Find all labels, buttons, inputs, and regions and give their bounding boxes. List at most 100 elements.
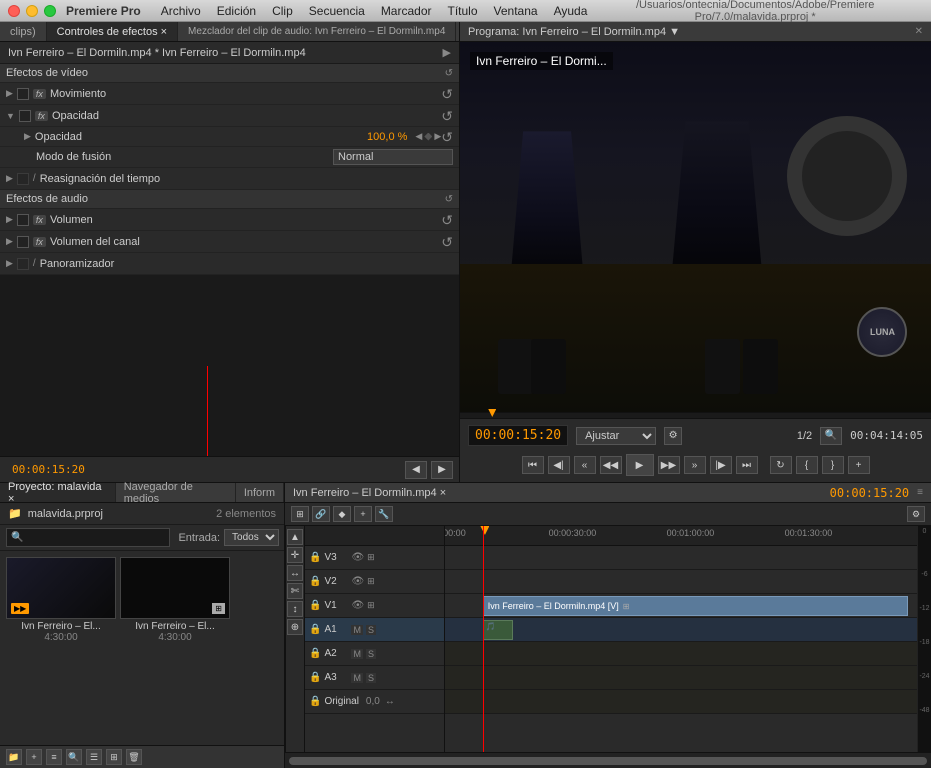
v3-lock[interactable]: 🔒 (309, 552, 321, 563)
a2-mute[interactable]: M (351, 649, 363, 659)
menu-ayuda[interactable]: Ayuda (554, 4, 588, 18)
a3-lock[interactable]: 🔒 (309, 672, 321, 683)
new-bin-btn[interactable]: 📁 (6, 749, 22, 765)
track-content-a1[interactable]: 🎵 (445, 618, 917, 642)
tool-add[interactable]: ✛ (287, 547, 303, 563)
icon-view-btn[interactable]: ⊞ (106, 749, 122, 765)
a2-solo[interactable]: S (366, 649, 376, 659)
add-marker-btn[interactable]: + (848, 456, 870, 474)
opacidad-child-reset[interactable]: ↺ (441, 130, 453, 144)
tab-media-browser[interactable]: Navegador de medios (116, 483, 236, 502)
movimiento-reset[interactable]: ↺ (441, 87, 453, 101)
audio-effects-reset[interactable]: ↺ (445, 194, 453, 205)
opacidad-child-expand[interactable]: ▶ (24, 131, 31, 142)
tool-select[interactable]: ▲ (287, 529, 303, 545)
tab-mixer[interactable]: Mezclador del clip de audio: Ivn Ferreir… (178, 22, 456, 41)
timeline-menu-icon[interactable]: ≡ (917, 487, 923, 498)
volumen-canal-expand[interactable]: ▶ (6, 236, 13, 247)
menu-ventana[interactable]: Ventana (494, 4, 538, 18)
tab-info[interactable]: Inform (236, 483, 284, 502)
delete-btn[interactable]: 🗑 (126, 749, 142, 765)
tool-razor[interactable]: ✄ (287, 583, 303, 599)
monitor-timecode-display[interactable]: 00:00:15:20 (468, 425, 568, 446)
menu-clip[interactable]: Clip (272, 4, 293, 18)
v1-clip[interactable]: Ivn Ferreiro – El Dormiln.mp4 [V] ⊞ (483, 596, 908, 616)
a1-mute[interactable]: M (351, 625, 363, 635)
v2-track-icon[interactable]: ⊞ (367, 576, 375, 587)
a1-lock[interactable]: 🔒 (309, 624, 321, 635)
panoramizador-toggle[interactable] (17, 258, 29, 270)
new-item-btn[interactable]: + (26, 749, 42, 765)
a1-solo[interactable]: S (366, 625, 376, 635)
monitor-zoom-btn[interactable]: 🔍 (820, 427, 842, 445)
media-item-2[interactable]: ⊞ Ivn Ferreiro – El... 4:30:00 (120, 557, 230, 739)
track-content-a2[interactable] (445, 642, 917, 666)
step-back-btn[interactable]: ⏮ (522, 456, 544, 474)
tool-slip[interactable]: ↕ (287, 601, 303, 617)
menu-secuencia[interactable]: Secuencia (309, 4, 365, 18)
opacidad-keyframe[interactable] (424, 133, 432, 141)
panoramizador-expand[interactable]: ▶ (6, 258, 13, 269)
original-lock[interactable]: 🔒 (309, 696, 321, 707)
opacidad-nav-left[interactable]: ◀ (415, 131, 422, 142)
opacidad-expand[interactable]: ▼ (6, 111, 15, 121)
find-btn[interactable]: 🔍 (66, 749, 82, 765)
tab-clips[interactable]: clips) (0, 22, 47, 41)
monitor-fit-select[interactable]: Ajustar 25% 50% 75% 100% (576, 427, 656, 445)
v1-track-icon[interactable]: ⊞ (367, 600, 375, 611)
monitor-close[interactable]: ✕ (915, 26, 923, 37)
menu-titulo[interactable]: Título (448, 4, 478, 18)
opacidad-toggle[interactable] (19, 110, 31, 122)
media-item-1[interactable]: ▶▶ Ivn Ferreiro – El... 4:30:00 (6, 557, 116, 739)
effects-prev-btn[interactable]: ◀ (405, 461, 427, 479)
fwd-frame-btn[interactable]: |▶ (710, 456, 732, 474)
track-content-v3[interactable] (445, 546, 917, 570)
a3-solo[interactable]: S (366, 673, 376, 683)
scroll-thumb[interactable] (289, 757, 927, 765)
shuttle-left-btn[interactable]: « (574, 456, 596, 474)
tab-controls[interactable]: Controles de efectos × (47, 22, 178, 41)
tl-mark-btn[interactable]: ◆ (333, 506, 351, 522)
tl-snap-btn[interactable]: ⊞ (291, 506, 309, 522)
volumen-canal-reset[interactable]: ↺ (441, 235, 453, 249)
play-btn[interactable]: ▶ (626, 454, 654, 476)
filter-select[interactable]: Todos Video Audio (224, 529, 279, 546)
automate-btn[interactable]: ≡ (46, 749, 62, 765)
volumen-reset[interactable]: ↺ (441, 213, 453, 227)
tl-settings-btn[interactable]: ⚙ (907, 506, 925, 522)
fastforward-btn[interactable]: ▶▶ (658, 456, 680, 474)
opacidad-parent-reset[interactable]: ↺ (441, 109, 453, 123)
tool-zoom[interactable]: ⊕ (287, 619, 303, 635)
mark-out-btn[interactable]: } (822, 456, 844, 474)
tl-wrench-btn[interactable]: 🔧 (375, 506, 393, 522)
mark-in-btn[interactable]: { (796, 456, 818, 474)
a2-lock[interactable]: 🔒 (309, 648, 321, 659)
a1-audio-clip[interactable]: 🎵 (483, 620, 513, 640)
minimize-button[interactable] (26, 5, 38, 17)
menu-marcador[interactable]: Marcador (381, 4, 432, 18)
track-content-original[interactable] (445, 690, 917, 714)
tl-add-btn[interactable]: + (354, 506, 372, 522)
volumen-canal-toggle[interactable] (17, 236, 29, 248)
back-frame-btn[interactable]: ◀| (548, 456, 570, 474)
reasignacion-expand[interactable]: ▶ (6, 173, 13, 184)
v1-lock[interactable]: 🔒 (309, 600, 321, 611)
loop-btn[interactable]: ↻ (770, 456, 792, 474)
track-content-v2[interactable] (445, 570, 917, 594)
opacidad-nav-right[interactable]: ▶ (434, 131, 441, 142)
track-content-a3[interactable] (445, 666, 917, 690)
v3-track-icon[interactable]: ⊞ (367, 552, 375, 563)
close-button[interactable] (8, 5, 20, 17)
volumen-expand[interactable]: ▶ (6, 214, 13, 225)
tl-link-btn[interactable]: 🔗 (312, 506, 330, 522)
a3-mute[interactable]: M (351, 673, 363, 683)
timeline-scrollbar[interactable] (285, 752, 931, 768)
movimiento-expand[interactable]: ▶ (6, 88, 13, 99)
rewind-btn[interactable]: ◀◀ (600, 456, 622, 474)
menu-edicion[interactable]: Edición (217, 4, 256, 18)
menu-archivo[interactable]: Archivo (161, 4, 201, 18)
track-content-v1[interactable]: Ivn Ferreiro – El Dormiln.mp4 [V] ⊞ (445, 594, 917, 618)
fusion-dropdown[interactable]: Normal Multiplicar Pantalla Superposició… (333, 149, 453, 165)
v1-eye[interactable]: 👁 (351, 600, 364, 611)
movimiento-toggle[interactable] (17, 88, 29, 100)
